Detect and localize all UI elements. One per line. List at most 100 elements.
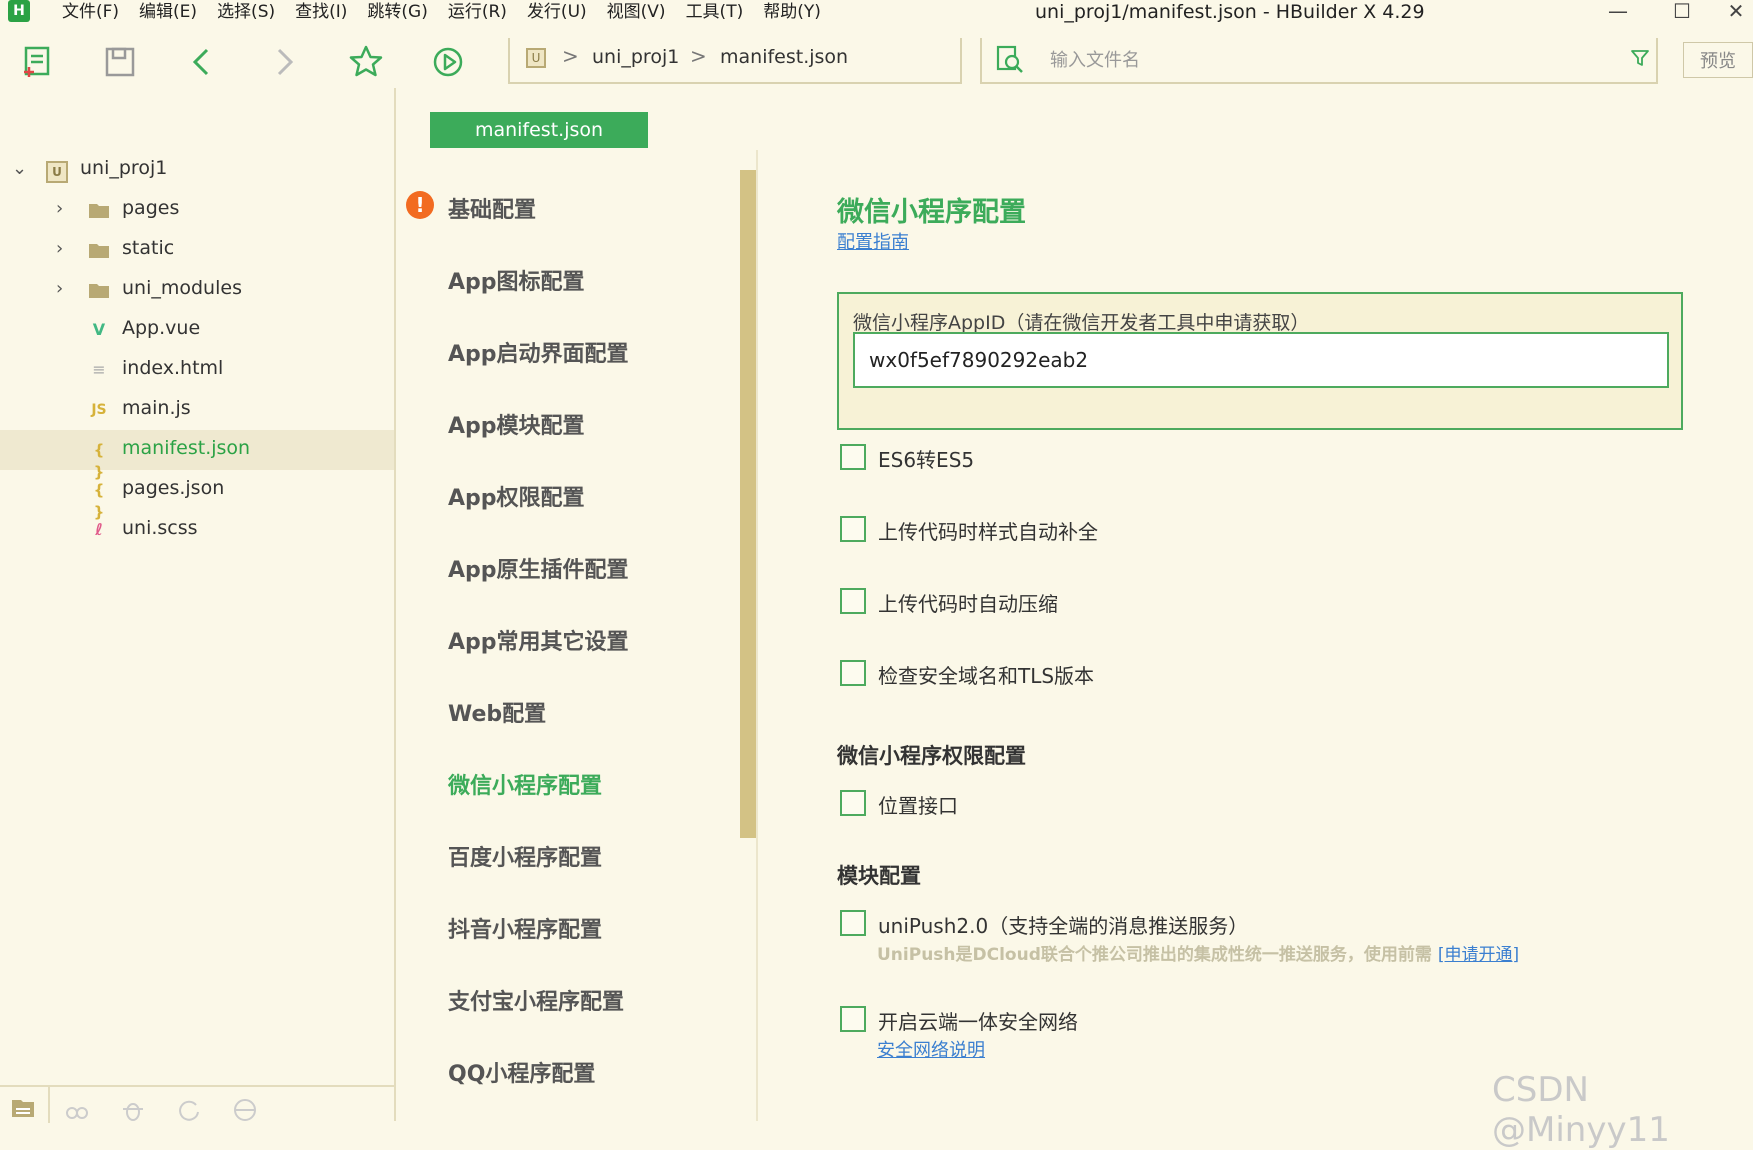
checkbox-label: 开启云端一体安全网络: [878, 1010, 1078, 1034]
tab-manifest-json[interactable]: manifest.json: [430, 112, 648, 148]
file-search-box: [980, 38, 1658, 84]
chevron-down-icon[interactable]: ⌄: [12, 158, 27, 179]
tree-label: main.js: [122, 397, 191, 419]
tree-item-static[interactable]: › static: [0, 230, 394, 270]
file-search-input[interactable]: [1048, 44, 1552, 76]
js-file-icon: JS: [91, 402, 107, 418]
sidebar-bottom-bar: [0, 1085, 396, 1123]
explorer-icon[interactable]: [10, 1095, 36, 1121]
tree-label: pages: [122, 197, 180, 219]
checkbox-label: 检查安全域名和TLS版本: [878, 664, 1095, 688]
tree-item-manifest-json[interactable]: { } manifest.json: [0, 430, 394, 481]
checkbox-label: 位置接口: [878, 794, 958, 818]
globe-icon[interactable]: [232, 1097, 258, 1123]
run-icon[interactable]: [428, 42, 468, 82]
watermark: CSDN @Minyy11: [1492, 1070, 1670, 1150]
tree-item-pages[interactable]: › pages: [0, 190, 394, 230]
json-file-icon: { }: [93, 481, 105, 521]
menu-help[interactable]: 帮助(Y): [753, 0, 831, 26]
project-icon: U: [46, 161, 68, 183]
tree-item-app-vue[interactable]: V App.vue: [0, 310, 394, 350]
json-file-icon: { }: [93, 441, 105, 481]
unipush-description-text: UniPush是DCloud联合个推公司推出的集成性统一推送服务，使用前需: [877, 945, 1432, 965]
divider: [48, 1087, 50, 1123]
appid-input[interactable]: [853, 332, 1669, 388]
tree-item-uni-modules[interactable]: › uni_modules: [0, 270, 394, 310]
url-check-checkbox[interactable]: [840, 660, 866, 686]
folder-icon: [88, 199, 110, 221]
checkbox-label: 上传代码时样式自动补全: [878, 520, 1098, 544]
sync-icon[interactable]: [176, 1097, 202, 1123]
menu-view[interactable]: 视图(V): [597, 0, 676, 26]
tree-root-project[interactable]: ⌄ U uni_proj1: [0, 150, 394, 190]
secure-network-link[interactable]: 安全网络说明: [877, 1036, 985, 1062]
title-bar: H 文件(F) 编辑(E) 选择(S) 查找(I) 跳转(G) 运行(R) 发行…: [0, 0, 1753, 28]
location-permission-checkbox[interactable]: [840, 790, 866, 816]
new-file-icon[interactable]: [18, 42, 58, 82]
menu-run[interactable]: 运行(R): [438, 0, 517, 26]
tree-label: index.html: [122, 357, 224, 379]
chevron-right-icon[interactable]: ›: [56, 198, 63, 219]
menu-edit[interactable]: 编辑(E): [129, 0, 207, 26]
tree-item-index-html[interactable]: ≡ index.html: [0, 350, 394, 390]
nav-item-app-modules[interactable]: App模块配置: [448, 408, 585, 440]
forward-icon[interactable]: [264, 42, 304, 82]
filter-icon[interactable]: [1630, 48, 1650, 68]
minimize-button[interactable]: —: [1598, 0, 1638, 26]
save-icon[interactable]: [100, 42, 140, 82]
menu-publish[interactable]: 发行(U): [517, 0, 597, 26]
nav-item-app-native-plugins[interactable]: App原生插件配置: [448, 552, 629, 584]
tree-label: uni_modules: [122, 277, 242, 299]
nav-item-web[interactable]: Web配置: [448, 696, 546, 728]
tree-item-pages-json[interactable]: { } pages.json: [0, 470, 394, 521]
nav-item-app-permissions[interactable]: App权限配置: [448, 480, 585, 512]
nav-item-wechat-mp[interactable]: 微信小程序配置: [448, 768, 602, 800]
tree-label: App.vue: [122, 317, 201, 339]
file-search-icon[interactable]: [994, 44, 1026, 76]
divider: [756, 150, 758, 1121]
config-guide-link[interactable]: 配置指南: [837, 228, 909, 254]
tree-label: pages.json: [122, 477, 225, 499]
bug-icon[interactable]: [120, 1097, 146, 1123]
plugin-icon[interactable]: [64, 1097, 90, 1123]
tree-item-uni-scss[interactable]: ℓ uni.scss: [0, 510, 394, 550]
menu-find[interactable]: 查找(I): [285, 0, 357, 26]
close-button[interactable]: ✕: [1716, 0, 1753, 26]
nav-item-app-icon[interactable]: App图标配置: [448, 264, 585, 296]
nav-item-baidu-mp[interactable]: 百度小程序配置: [448, 840, 602, 872]
nav-item-qq-mp[interactable]: QQ小程序配置: [448, 1056, 595, 1088]
breadcrumb-project[interactable]: uni_proj1: [592, 46, 679, 68]
nav-item-basic[interactable]: 基础配置: [448, 192, 536, 224]
preview-button[interactable]: 预览: [1683, 42, 1753, 78]
nav-item-douyin-mp[interactable]: 抖音小程序配置: [448, 912, 602, 944]
tree-item-main-js[interactable]: JS main.js: [0, 390, 394, 430]
chevron-right-icon[interactable]: ›: [56, 278, 63, 299]
secure-network-checkbox[interactable]: [840, 1006, 866, 1032]
unipush-description: UniPush是DCloud联合个推公司推出的集成性统一推送服务，使用前需 [申…: [877, 940, 1519, 965]
menu-tools[interactable]: 工具(T): [676, 0, 754, 26]
menu-select[interactable]: 选择(S): [207, 0, 285, 26]
maximize-button[interactable]: ☐: [1662, 0, 1702, 26]
chevron-right-icon[interactable]: ›: [56, 238, 63, 259]
nav-scrollbar[interactable]: [740, 170, 756, 838]
folder-icon: [88, 239, 110, 261]
star-icon[interactable]: [346, 42, 386, 82]
menu-bar: 文件(F) 编辑(E) 选择(S) 查找(I) 跳转(G) 运行(R) 发行(U…: [52, 0, 831, 26]
project-icon: U: [526, 48, 546, 68]
es6-to-es5-checkbox[interactable]: [840, 444, 866, 470]
unipush-apply-link[interactable]: [申请开通]: [1438, 945, 1519, 965]
postcss-checkbox[interactable]: [840, 516, 866, 542]
back-icon[interactable]: [182, 42, 222, 82]
breadcrumb-file[interactable]: manifest.json: [720, 46, 848, 68]
nav-item-alipay-mp[interactable]: 支付宝小程序配置: [448, 984, 624, 1016]
nav-item-app-splash[interactable]: App启动界面配置: [448, 336, 629, 368]
permission-heading: 微信小程序权限配置: [837, 744, 1026, 768]
menu-goto[interactable]: 跳转(G): [357, 0, 437, 26]
tree-label: static: [122, 237, 175, 259]
checkbox-label: 上传代码时自动压缩: [878, 592, 1058, 616]
nav-item-app-other[interactable]: App常用其它设置: [448, 624, 629, 656]
appid-label: 微信小程序AppID（请在微信开发者工具中申请获取）: [853, 312, 1310, 334]
minify-checkbox[interactable]: [840, 588, 866, 614]
menu-file[interactable]: 文件(F): [52, 0, 129, 26]
unipush-checkbox[interactable]: [840, 910, 866, 936]
